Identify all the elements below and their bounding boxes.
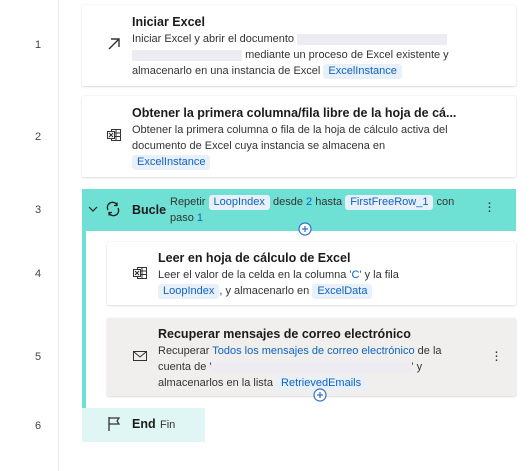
variable-chip[interactable]: LoopIndex xyxy=(208,195,270,210)
action-description: Leer el valor de la celda en la columna … xyxy=(158,269,399,299)
launch-arrow-icon xyxy=(108,38,120,50)
line-number: 2 xyxy=(34,131,42,143)
action-description: Repetir LoopIndex desde 2 hasta FirstFre… xyxy=(170,195,455,224)
action-card-retrieve-emails[interactable]: Recuperar mensajes de correo electrónico… xyxy=(107,318,516,396)
excel-sheet-icon xyxy=(107,129,121,141)
action-card-read-excel[interactable]: Leer en hoja de cálculo de Excel Leer el… xyxy=(107,242,516,305)
variable-chip[interactable]: FirstFreeRow_1 xyxy=(345,195,434,210)
action-description: Recuperar Todos los mensajes de correo e… xyxy=(158,345,442,391)
more-options-icon[interactable]: · · · xyxy=(494,344,499,367)
redacted-path xyxy=(132,49,242,61)
line-number: 4 xyxy=(34,268,42,280)
end-block[interactable]: End Fin xyxy=(82,408,205,442)
line-number-gutter xyxy=(0,0,58,471)
loop-icon xyxy=(106,201,120,217)
action-card-first-free-row[interactable]: Obtener la primera columna/fila libre de… xyxy=(82,96,516,177)
excel-sheet-icon xyxy=(133,267,147,279)
line-number: 6 xyxy=(34,420,42,432)
mail-icon xyxy=(133,351,147,361)
line-number: 5 xyxy=(34,351,42,363)
desc-text: documento de Excel cuya instancia se alm… xyxy=(132,140,386,152)
redacted-account xyxy=(211,361,412,373)
action-title: Leer en hoja de cálculo de Excel xyxy=(158,251,351,265)
more-options-icon[interactable]: · · · xyxy=(487,195,492,218)
line-number: 3 xyxy=(34,204,42,216)
loop-body-rail xyxy=(82,231,86,409)
action-description: Obtener la primera columna o fila de la … xyxy=(132,122,512,170)
desc-text: Obtener la primera columna o fila de la … xyxy=(132,124,448,136)
desc-text: mediante un proceso de Excel existente y xyxy=(245,49,449,61)
line-number: 1 xyxy=(34,39,42,51)
variable-chip[interactable]: ExcelInstance xyxy=(132,155,211,170)
add-action-icon[interactable] xyxy=(313,388,327,402)
variable-chip[interactable]: ExcelInstance xyxy=(323,64,402,79)
desc-text: almacenarlo en una instancia de Excel xyxy=(132,65,321,77)
action-title: Iniciar Excel xyxy=(132,15,205,29)
desc-text: Iniciar Excel y abrir el documento xyxy=(132,33,295,45)
action-title: Obtener la primera columna/fila libre de… xyxy=(132,106,457,120)
add-action-icon[interactable] xyxy=(298,222,312,236)
action-title: End xyxy=(132,417,156,431)
action-description: Iniciar Excel y abrir el documento media… xyxy=(132,31,512,79)
variable-chip[interactable]: ExcelData xyxy=(312,284,373,299)
variable-chip[interactable]: LoopIndex xyxy=(158,284,220,299)
gutter-divider xyxy=(58,0,59,471)
action-title: Bucle xyxy=(132,203,167,217)
chevron-down-icon[interactable] xyxy=(88,204,98,214)
redacted-path xyxy=(297,33,448,45)
flag-icon xyxy=(108,417,121,431)
action-card-iniciar-excel[interactable]: Iniciar Excel Iniciar Excel y abrir el d… xyxy=(82,5,516,86)
action-title: Recuperar mensajes de correo electrónico xyxy=(158,327,411,341)
action-description: Fin xyxy=(160,419,176,431)
